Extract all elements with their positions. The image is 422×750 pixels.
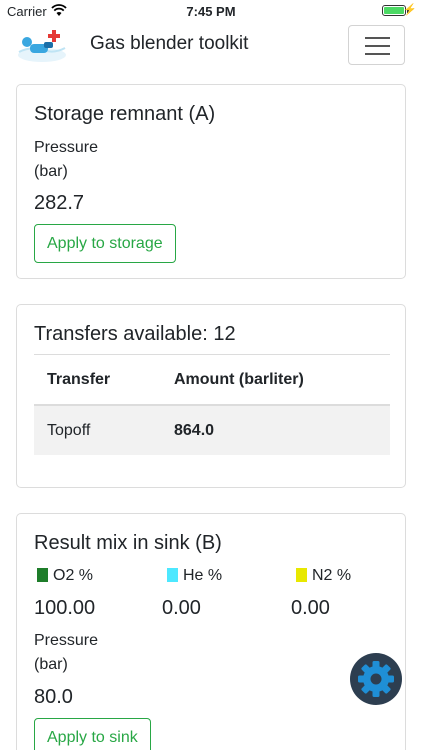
storage-card: Storage remnant (A) Pressure (bar) 282.7… — [16, 84, 406, 279]
clock: 7:45 PM — [186, 4, 236, 19]
apply-to-storage-button[interactable]: Apply to storage — [34, 224, 176, 263]
column-header-amount: Amount (barliter) — [174, 370, 304, 388]
result-card: Result mix in sink (B) O2 % He % N2 % 10… — [16, 513, 406, 750]
column-header-transfer: Transfer — [47, 370, 111, 388]
sink-pressure-unit: (bar) — [34, 656, 68, 673]
n2-value[interactable]: 0.00 — [291, 597, 330, 620]
o2-label: O2 % — [37, 567, 93, 585]
table-row[interactable]: Topoff 864.0 — [34, 406, 390, 455]
he-label-text: He % — [183, 567, 223, 584]
he-value[interactable]: 0.00 — [162, 597, 201, 620]
settings-fab-button[interactable] — [350, 653, 402, 705]
storage-pressure-label: Pressure — [34, 139, 99, 156]
o2-value[interactable]: 100.00 — [34, 597, 95, 620]
storage-pressure-value[interactable]: 282.7 — [34, 192, 84, 215]
o2-flag-icon — [37, 568, 48, 582]
sink-pressure-value[interactable]: 80.0 — [34, 686, 73, 709]
result-card-title: Result mix in sink (B) — [34, 532, 222, 554]
sink-pressure-label: Pressure — [34, 632, 99, 649]
apply-to-sink-button[interactable]: Apply to sink — [34, 718, 151, 750]
o2-label-text: O2 % — [53, 567, 94, 584]
he-flag-icon — [167, 568, 178, 582]
storage-card-title: Storage remnant (A) — [34, 103, 216, 125]
storage-pressure-unit: (bar) — [34, 163, 68, 180]
n2-label-text: N2 % — [312, 567, 352, 584]
he-label: He % — [167, 567, 222, 585]
transfers-card: Transfers available: 12 Transfer Amount … — [16, 304, 406, 488]
navbar: Gas blender toolkit — [0, 22, 422, 68]
transfer-amount-cell: 864.0 — [174, 421, 215, 439]
transfer-name-cell: Topoff — [47, 421, 91, 439]
n2-flag-icon — [296, 568, 307, 582]
charging-icon: ⚡ — [403, 4, 417, 16]
diver-logo-icon[interactable] — [16, 28, 68, 64]
n2-label: N2 % — [296, 567, 351, 585]
hamburger-menu-icon — [365, 53, 390, 55]
menu-toggle-button[interactable] — [348, 25, 405, 65]
app-title[interactable]: Gas blender toolkit — [90, 33, 248, 55]
hamburger-menu-icon — [365, 45, 390, 47]
hamburger-menu-icon — [365, 37, 390, 39]
transfers-card-title: Transfers available: 12 — [34, 323, 236, 345]
transfers-table-header: Transfer Amount (barliter) — [34, 354, 390, 406]
gear-icon — [350, 653, 402, 705]
status-bar: Carrier 7:45 PM ⚡ — [0, 0, 422, 22]
